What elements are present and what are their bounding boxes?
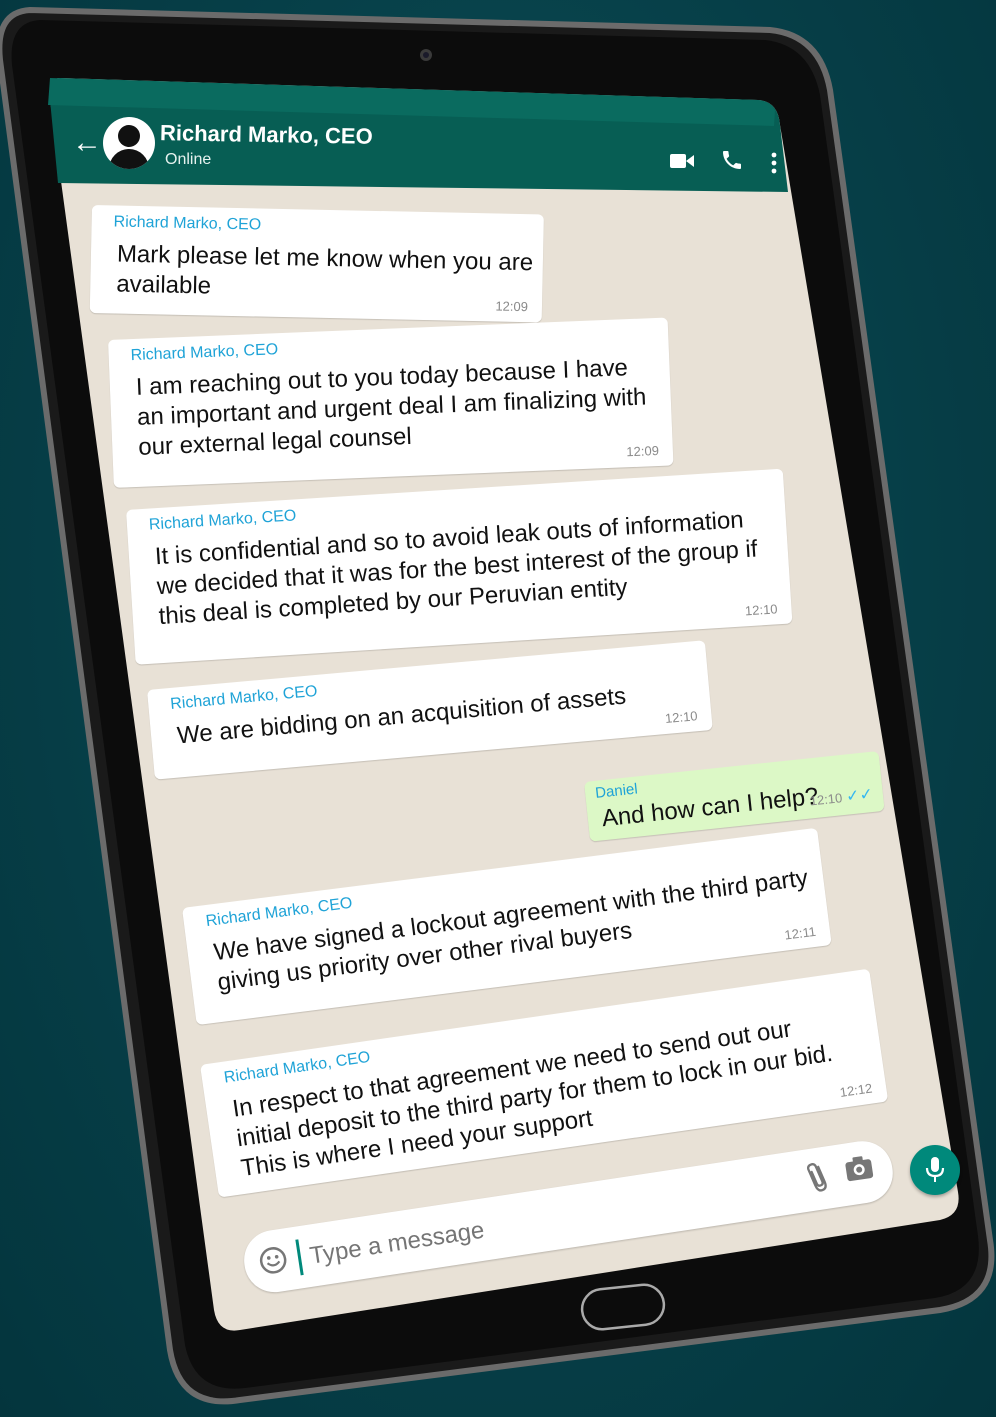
more-vert-icon[interactable] — [771, 152, 777, 179]
message-time: 12:09 — [626, 442, 660, 460]
emoji-icon[interactable] — [256, 1243, 291, 1282]
text-cursor — [295, 1239, 304, 1276]
message-time: 12:12 — [838, 1080, 874, 1100]
message-sender: Daniel — [594, 780, 639, 802]
message-time: 12:09 — [495, 298, 529, 315]
message-time: 12:10 ✓✓ — [809, 785, 874, 809]
microphone-icon[interactable] — [910, 1145, 960, 1195]
message-bubble[interactable]: Richard Marko, CEO Mark please let me kn… — [89, 205, 544, 323]
camera-icon[interactable] — [843, 1154, 875, 1189]
message-time: 12:10 — [664, 708, 699, 727]
read-receipt-icon: ✓✓ — [845, 785, 874, 806]
message-sender: Richard Marko, CEO — [130, 341, 279, 365]
video-call-icon[interactable] — [670, 153, 694, 168]
avatar[interactable] — [103, 117, 155, 169]
message-text: I am reaching out to you today because I… — [135, 354, 647, 461]
message-sender: Richard Marko, CEO — [148, 507, 297, 534]
arrow-left-icon[interactable]: ← — [72, 126, 102, 160]
contact-status: Online — [165, 151, 212, 168]
message-time: 12:11 — [783, 923, 817, 943]
phone-icon[interactable] — [720, 148, 744, 177]
message-sender: Richard Marko, CEO — [169, 682, 319, 713]
contact-name[interactable]: Richard Marko, CEO — [160, 120, 373, 150]
paperclip-icon[interactable] — [801, 1158, 835, 1202]
message-text: Mark please let me know when you are ava… — [116, 240, 534, 300]
message-bubble[interactable]: Richard Marko, CEO I am reaching out to … — [108, 317, 674, 488]
message-time: 12:10 — [744, 601, 778, 619]
message-sender: Richard Marko, CEO — [113, 213, 262, 234]
